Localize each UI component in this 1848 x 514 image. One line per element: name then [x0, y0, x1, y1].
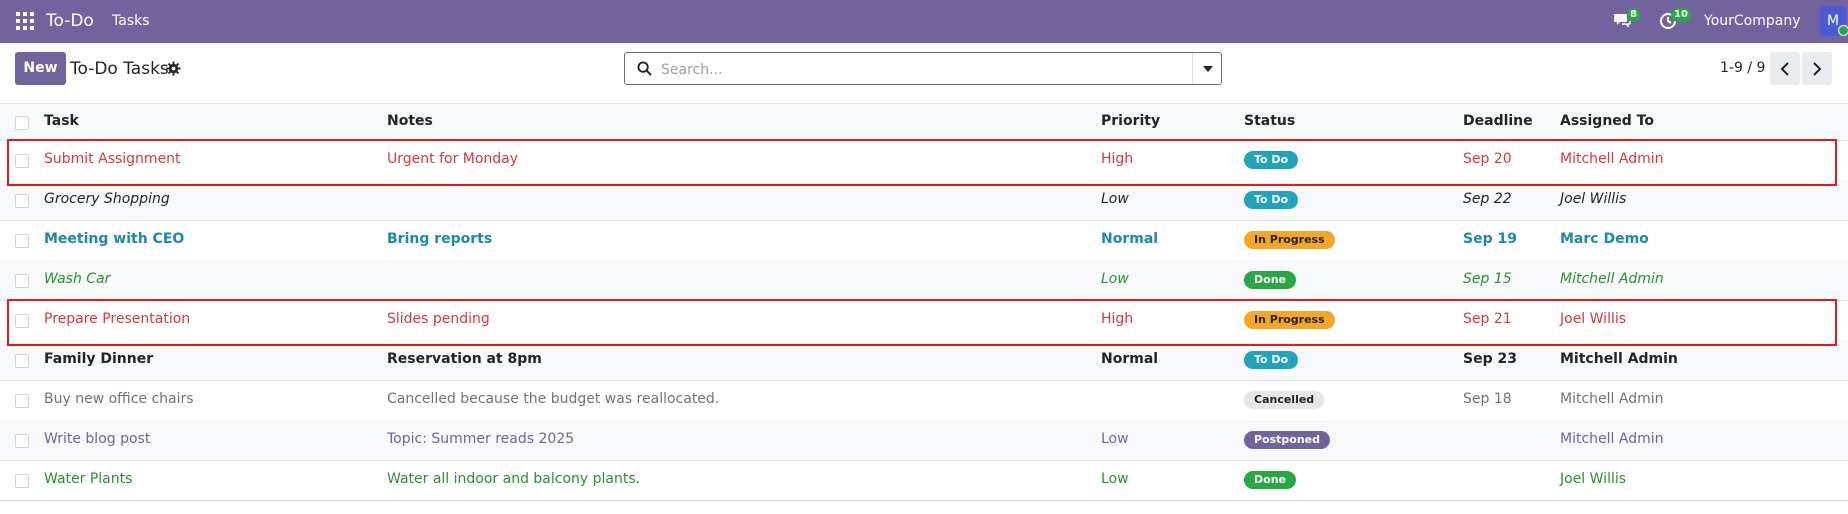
pager-value[interactable]: 1-9 / 9 — [1720, 60, 1765, 76]
priority-cell: Low — [1101, 191, 1129, 207]
column-header-notes[interactable]: Notes — [387, 113, 433, 129]
task-cell: Write blog post — [44, 431, 151, 447]
priority-cell: Low — [1101, 271, 1129, 287]
highlight-box-row-5 — [7, 299, 1837, 346]
search-options-toggle[interactable] — [1192, 53, 1221, 84]
column-header-assigned-to[interactable]: Assigned To — [1560, 113, 1654, 129]
row-checkbox[interactable] — [15, 194, 29, 208]
deadline-cell: Sep 23 — [1463, 351, 1517, 367]
table-row[interactable]: Meeting with CEO Bring reports Normal Sep 1… — [0, 220, 1848, 261]
notes-cell: Bring reports — [387, 231, 493, 247]
status-badge: Done — [1244, 471, 1296, 489]
apps-menu-icon[interactable] — [16, 12, 34, 30]
search-icon — [637, 61, 652, 76]
row-checkbox[interactable] — [15, 434, 29, 448]
select-all-checkbox[interactable] — [15, 116, 29, 130]
table-row[interactable]: Write blog post Topic: Summer reads 2025 L… — [0, 420, 1848, 461]
status-badge: To Do — [1244, 191, 1299, 209]
assigned-to-cell: Joel Willis — [1560, 191, 1627, 207]
task-cell: Wash Car — [44, 271, 111, 287]
priority-cell: Normal — [1101, 351, 1159, 367]
highlight-box-row-1 — [7, 139, 1837, 186]
new-button[interactable]: New — [15, 52, 66, 85]
notes-cell: Reservation at 8pm — [387, 351, 542, 367]
caret-down-icon — [1203, 66, 1213, 72]
priority-cell: Low — [1101, 471, 1129, 487]
deadline-cell: Sep 22 — [1463, 191, 1512, 207]
company-switcher[interactable]: YourCompany — [1704, 13, 1801, 29]
table-row[interactable]: Grocery Shopping Low Sep 22 Joel Willis To D… — [0, 180, 1848, 221]
assigned-to-cell: Mitchell Admin — [1560, 391, 1664, 407]
pager-previous-button[interactable] — [1770, 52, 1800, 85]
table-row[interactable]: Water Plants Water all indoor and balcony… — [0, 460, 1848, 501]
app-brand[interactable]: To-Do — [46, 11, 94, 31]
table-row[interactable]: Wash Car Low Sep 15 Mitchell Admin Done — [0, 260, 1848, 301]
gear-icon[interactable] — [166, 61, 181, 76]
messages-count-badge: 8 — [1627, 8, 1640, 22]
column-header-priority[interactable]: Priority — [1101, 113, 1160, 129]
priority-cell: Low — [1101, 431, 1129, 447]
assigned-to-cell: Joel Willis — [1560, 471, 1627, 487]
row-checkbox[interactable] — [15, 394, 29, 408]
page-title: To-Do Tasks — [70, 59, 169, 79]
notes-cell: Topic: Summer reads 2025 — [387, 431, 575, 447]
column-header-deadline[interactable]: Deadline — [1463, 113, 1533, 129]
pager-next-button[interactable] — [1802, 52, 1832, 85]
assigned-to-cell: Mitchell Admin — [1560, 351, 1678, 367]
status-badge: Postponed — [1244, 431, 1331, 449]
search-bar — [624, 52, 1222, 86]
task-cell: Meeting with CEO — [44, 231, 185, 247]
notes-cell: Cancelled because the budget was realloc… — [387, 391, 720, 407]
task-cell: Buy new office chairs — [44, 391, 194, 407]
status-badge: Cancelled — [1244, 391, 1325, 409]
task-cell: Grocery Shopping — [44, 191, 170, 207]
task-cell: Family Dinner — [44, 351, 154, 367]
priority-cell: Normal — [1101, 231, 1159, 247]
task-cell: Water Plants — [44, 471, 133, 487]
table-row[interactable]: Buy new office chairs Cancelled because t… — [0, 380, 1848, 421]
row-checkbox[interactable] — [15, 234, 29, 248]
row-checkbox[interactable] — [15, 274, 29, 288]
row-checkbox[interactable] — [15, 354, 29, 368]
deadline-cell: Sep 15 — [1463, 271, 1512, 287]
online-status-dot — [1838, 25, 1848, 36]
row-checkbox[interactable] — [15, 474, 29, 488]
status-badge: Done — [1244, 271, 1296, 289]
menu-item-tasks[interactable]: Tasks — [112, 13, 150, 29]
chevron-right-icon — [1813, 62, 1822, 76]
status-badge: In Progress — [1244, 231, 1335, 249]
assigned-to-cell: Mitchell Admin — [1560, 431, 1664, 447]
assigned-to-cell: Marc Demo — [1560, 231, 1649, 247]
search-input[interactable] — [659, 53, 1163, 86]
assigned-to-cell: Mitchell Admin — [1560, 271, 1664, 287]
activities-count-badge: 10 — [1671, 8, 1691, 22]
deadline-cell: Sep 18 — [1463, 391, 1512, 407]
table-row[interactable]: Family Dinner Reservation at 8pm Normal Sep… — [0, 340, 1848, 381]
column-header-task[interactable]: Task — [44, 113, 79, 129]
column-header-status[interactable]: Status — [1244, 113, 1295, 129]
chevron-left-icon — [1780, 62, 1789, 76]
deadline-cell: Sep 19 — [1463, 231, 1517, 247]
status-badge: To Do — [1244, 351, 1299, 369]
notes-cell: Water all indoor and balcony plants. — [387, 471, 641, 487]
top-navbar: To-Do Tasks 8 10 YourCompany M — [0, 0, 1848, 43]
